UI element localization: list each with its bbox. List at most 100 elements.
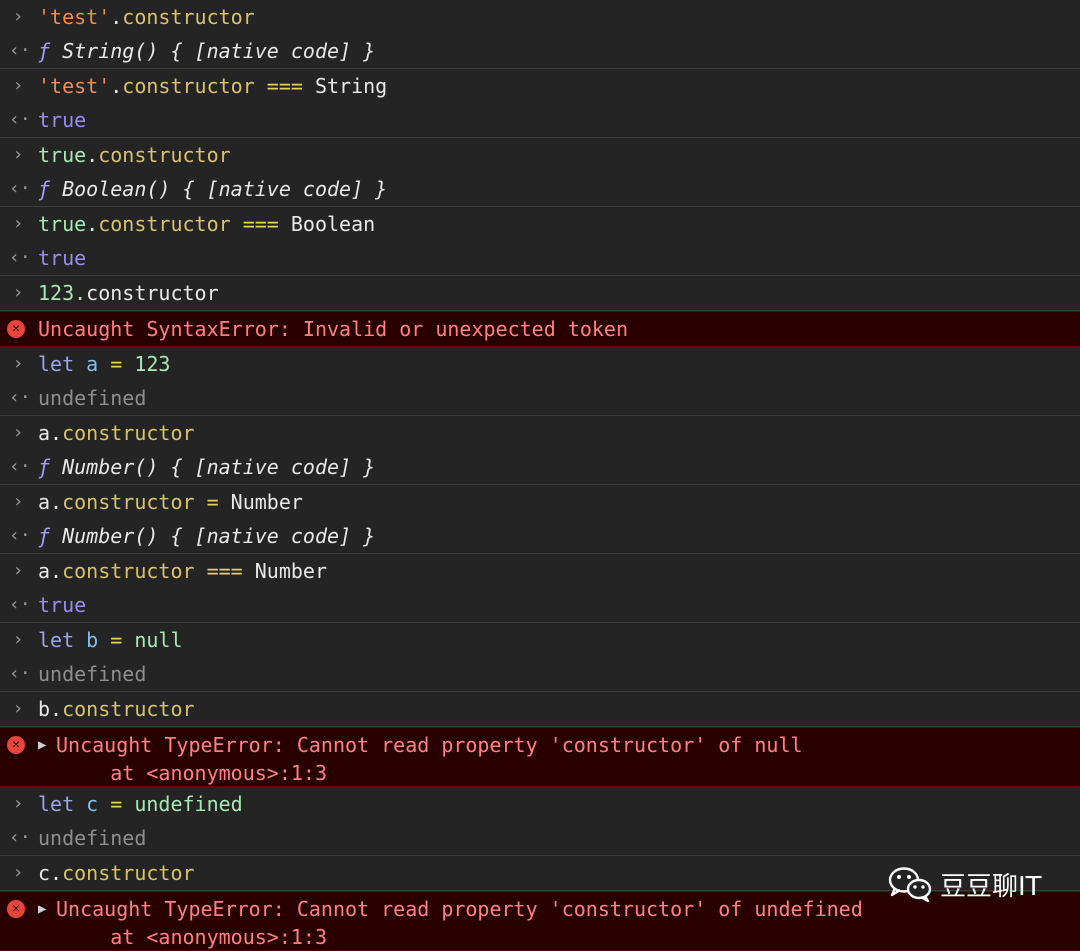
code-token: Number xyxy=(230,490,303,514)
error-text: at <anonymous>:1:3 xyxy=(38,761,327,785)
code-token: 123 xyxy=(134,352,171,376)
error-icon: ✕ xyxy=(7,900,25,918)
result-arrow-icon: ‹· xyxy=(9,525,31,546)
code-token: === xyxy=(230,212,291,236)
code-token: constructor xyxy=(98,143,231,167)
console-output-line: ‹· ƒ Boolean() { [native code] } xyxy=(0,172,1080,206)
error-text: at <anonymous>:1:3 xyxy=(38,925,327,949)
input-prompt-icon: › xyxy=(12,353,24,374)
expand-triangle-icon[interactable]: ▶ xyxy=(38,728,56,762)
error-text: Uncaught TypeError: Cannot read property… xyxy=(56,733,803,757)
code-token: constructor xyxy=(98,212,231,236)
input-prompt-icon: › xyxy=(12,6,24,27)
code-token: . xyxy=(86,143,99,167)
console-input-line: › true.constructor === Boolean xyxy=(0,207,1080,241)
console-output-line: ‹· undefined xyxy=(0,381,1080,415)
error-icon: ✕ xyxy=(7,736,25,754)
error-icon: ✕ xyxy=(7,320,25,338)
code-token: constructor xyxy=(122,74,255,98)
input-prompt-icon: › xyxy=(12,793,24,814)
error-text: Uncaught TypeError: Cannot read property… xyxy=(56,897,863,921)
code-token: constructor xyxy=(62,559,195,583)
code-token: constructor xyxy=(62,490,195,514)
result-arrow-icon: ‹· xyxy=(9,178,31,199)
code-token: undefined xyxy=(38,386,147,410)
console-entry: › a.constructor = Number ‹· ƒ Number() { [n… xyxy=(0,485,1080,554)
expand-triangle-icon[interactable]: ▶ xyxy=(38,892,56,926)
console-entry: › 'test'.constructor === String ‹· true xyxy=(0,69,1080,138)
input-prompt-icon: › xyxy=(12,144,24,165)
code-token: true xyxy=(38,246,87,270)
code-token: Number() { [native code] } xyxy=(50,455,376,479)
code-token: c xyxy=(86,792,99,816)
console-input-line: › true.constructor xyxy=(0,138,1080,172)
result-arrow-icon: ‹· xyxy=(9,663,31,684)
code-token: true xyxy=(38,143,87,167)
code-token: = xyxy=(194,490,231,514)
error-message-line: ✕ Uncaught SyntaxError: Invalid or unexpe… xyxy=(0,312,1080,346)
code-token: ƒ xyxy=(38,39,51,63)
code-token: Boolean() { [native code] } xyxy=(50,177,388,201)
console-input-line: › 'test'.constructor === String xyxy=(0,69,1080,103)
console-entry: › b.constructor xyxy=(0,692,1080,727)
console-entry: › let b = null ‹· undefined xyxy=(0,623,1080,692)
code-token: String xyxy=(314,74,388,98)
code-token: . xyxy=(110,5,123,29)
code-token: b xyxy=(86,628,99,652)
console-input-line: › let c = undefined xyxy=(0,787,1080,821)
code-token: ƒ xyxy=(38,524,51,548)
code-token: b. xyxy=(38,697,63,721)
code-token: Number xyxy=(254,559,328,583)
console-error-message: ✕ Uncaught SyntaxError: Invalid or unexpe… xyxy=(0,311,1080,347)
code-token: constructor xyxy=(62,861,195,885)
devtools-console: ›'test'.constructor ‹· ƒ String() { [nativ… xyxy=(0,0,1080,951)
watermark: 豆豆聊IT xyxy=(888,862,1042,906)
code-token: true xyxy=(38,108,87,132)
code-token: ƒ xyxy=(38,455,51,479)
input-prompt-icon: › xyxy=(12,213,24,234)
input-prompt-icon: › xyxy=(12,629,24,650)
code-token: a. xyxy=(38,490,63,514)
console-entry: › let a = 123 ‹· undefined xyxy=(0,347,1080,416)
code-token: true xyxy=(38,212,87,236)
code-token: let xyxy=(38,352,75,376)
console-input-line: › b.constructor xyxy=(0,692,1080,726)
console-output-line: ‹· ƒ Number() { [native code] } xyxy=(0,519,1080,553)
console-output-line: ‹· undefined xyxy=(0,657,1080,691)
wechat-icon xyxy=(888,867,932,902)
console-output-line: ‹· undefined xyxy=(0,821,1080,855)
code-token: Boolean xyxy=(290,212,376,236)
code-token: let xyxy=(38,792,75,816)
code-token: constructor xyxy=(62,421,195,445)
input-prompt-icon: › xyxy=(12,560,24,581)
code-token: 'test' xyxy=(38,74,111,98)
console-entry: › true.constructor ‹· ƒ Boolean() { [native… xyxy=(0,138,1080,207)
code-token: true xyxy=(38,593,87,617)
console-input-line: › 'test'.constructor xyxy=(0,0,1080,34)
code-token: ƒ xyxy=(38,177,51,201)
code-token: 'test' xyxy=(38,5,111,29)
console-input-line: › 123.constructor xyxy=(0,276,1080,310)
console-error-message: ✕ ▶ Uncaught TypeError: Cannot read proper… xyxy=(0,727,1080,787)
console-output-line: ‹· true xyxy=(0,588,1080,622)
code-token: c. xyxy=(38,861,63,885)
code-token: undefined xyxy=(134,792,243,816)
error-text: Uncaught SyntaxError: Invalid or unexpec… xyxy=(38,317,629,341)
console-output-line: ‹· true xyxy=(0,241,1080,275)
code-token: Number() { [native code] } xyxy=(50,524,376,548)
console-input-line: › a.constructor = Number xyxy=(0,485,1080,519)
code-token: null xyxy=(134,628,183,652)
result-arrow-icon: ‹· xyxy=(9,387,31,408)
console-entry: › true.constructor === Boolean ‹· true xyxy=(0,207,1080,276)
console-output-line: ‹· ƒ Number() { [native code] } xyxy=(0,450,1080,484)
console-input-line: › let b = null xyxy=(0,623,1080,657)
console-entry: › 123.constructor xyxy=(0,276,1080,311)
result-arrow-icon: ‹· xyxy=(9,109,31,130)
code-token: constructor xyxy=(122,5,255,29)
code-token: undefined xyxy=(38,826,147,850)
input-prompt-icon: › xyxy=(12,75,24,96)
code-token: constructor xyxy=(86,281,219,305)
